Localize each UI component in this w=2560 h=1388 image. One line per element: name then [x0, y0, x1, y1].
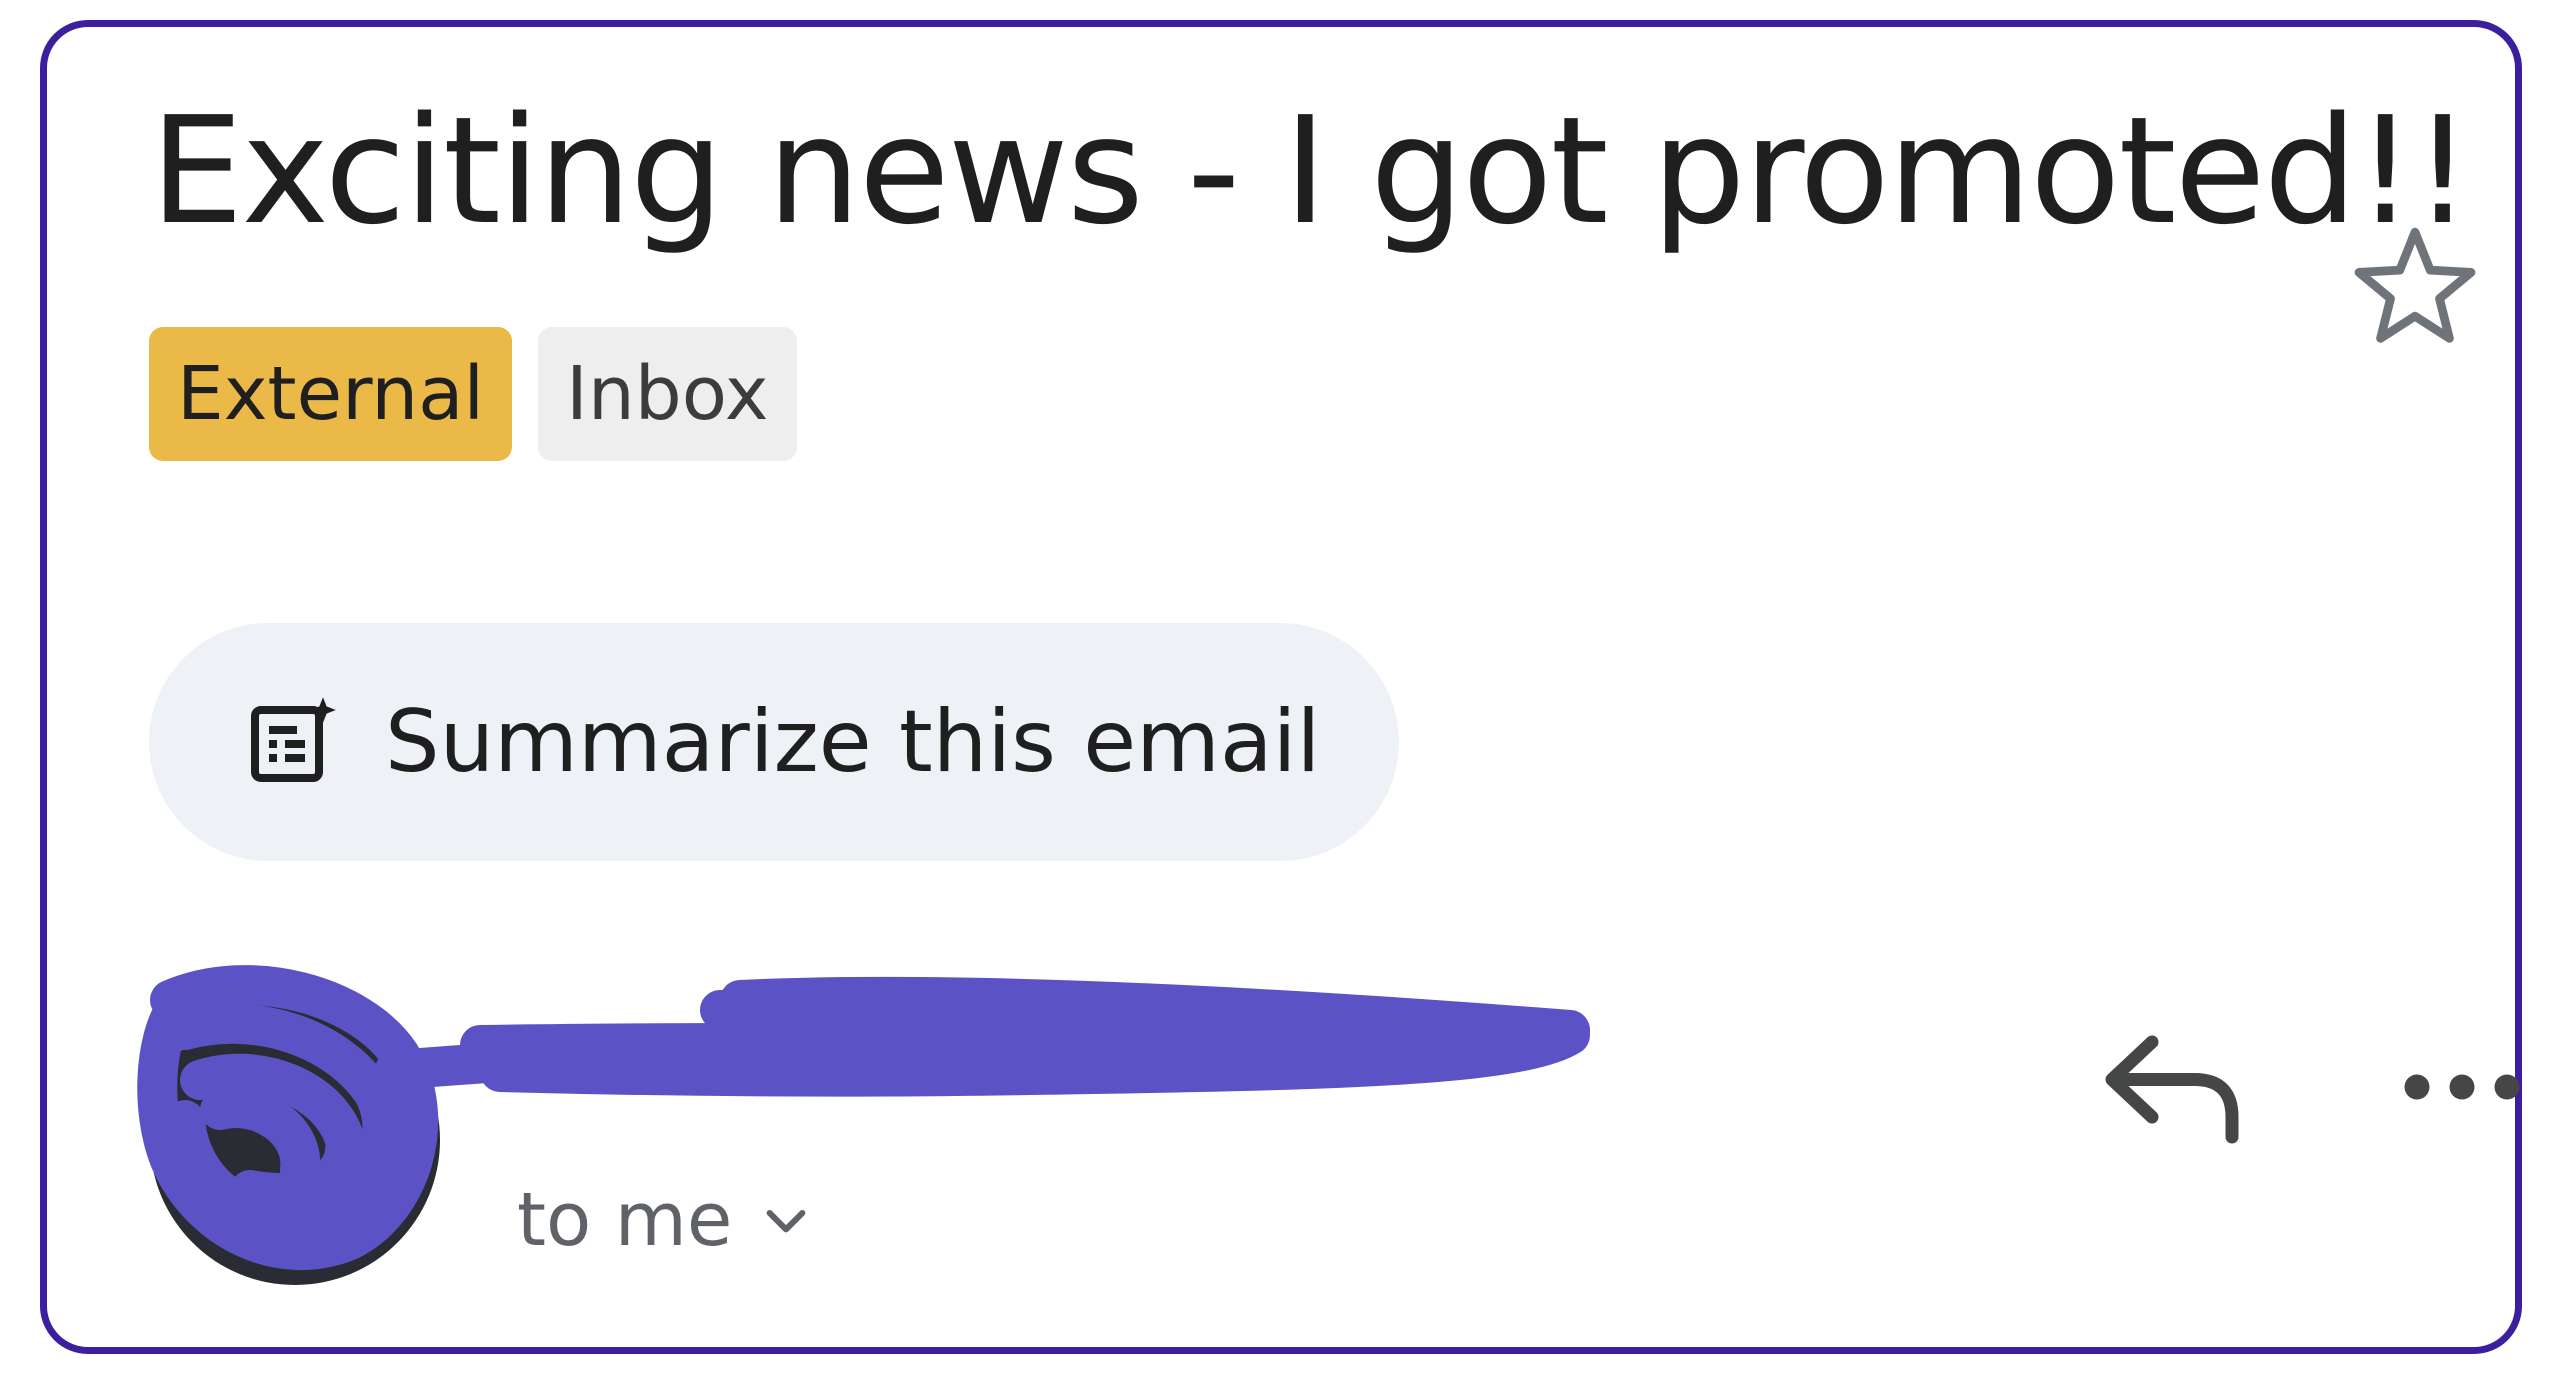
- reply-icon[interactable]: [2097, 1027, 2247, 1147]
- summarize-icon: [251, 697, 336, 782]
- star-icon[interactable]: [2345, 217, 2485, 357]
- more-options-icon[interactable]: [2397, 1057, 2527, 1117]
- summarize-label: Summarize this email: [385, 692, 1321, 792]
- recipient-toggle[interactable]: to me: [517, 1177, 814, 1263]
- chevron-down-icon: [767, 1209, 806, 1233]
- summarize-button[interactable]: Summarize this email: [149, 623, 1399, 861]
- recipient-label: to me: [517, 1177, 733, 1263]
- label-external[interactable]: External: [149, 327, 513, 461]
- sender-avatar[interactable]: [150, 995, 440, 1285]
- label-inbox[interactable]: Inbox: [538, 327, 797, 461]
- email-subject: Exciting news - I got promoted!!: [150, 85, 2472, 257]
- label-chips: External Inbox: [149, 327, 797, 461]
- email-header-card: Exciting news - I got promoted!! Externa…: [40, 20, 2522, 1354]
